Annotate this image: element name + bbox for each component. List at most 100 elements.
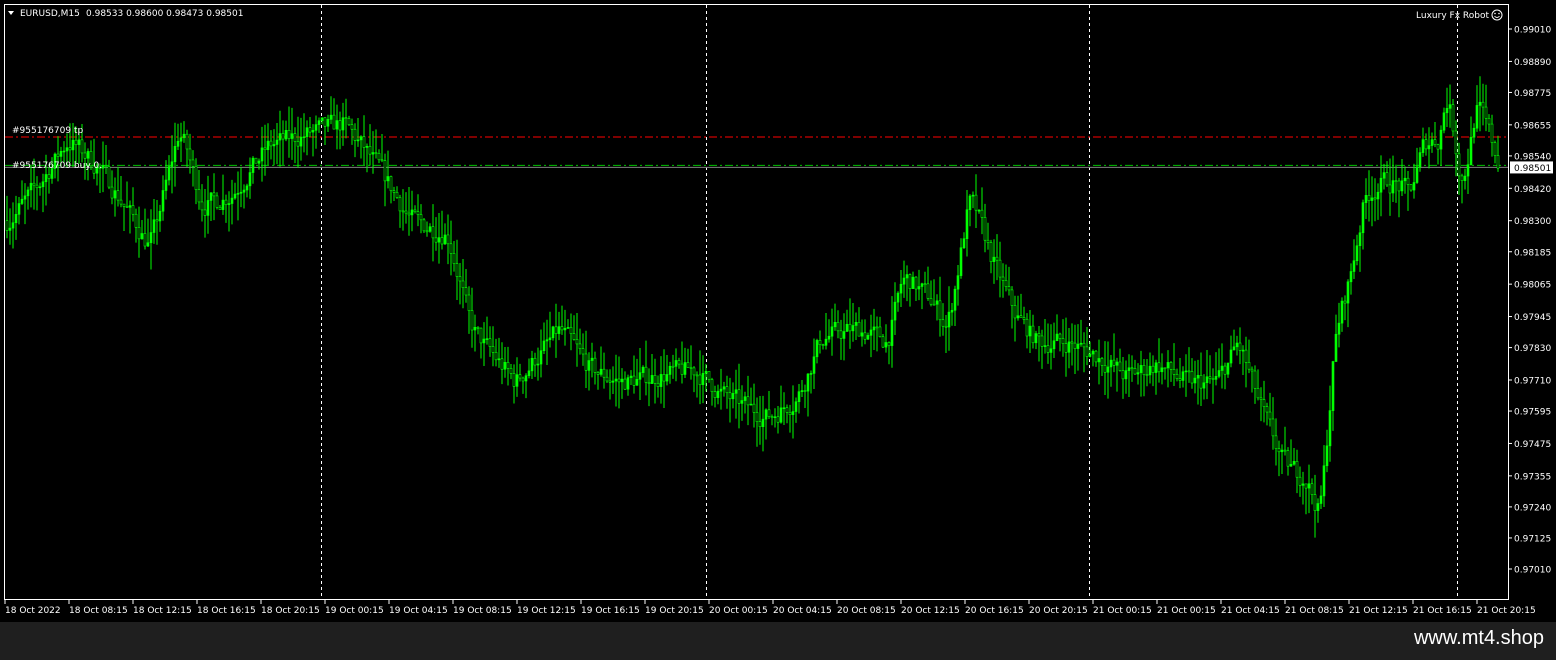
- candle-body: [857, 322, 861, 337]
- candle-body: [461, 280, 465, 288]
- candle-body: [1490, 123, 1494, 143]
- candle-body: [302, 136, 306, 139]
- candle-body: [1331, 361, 1335, 411]
- candle-body: [959, 247, 963, 276]
- candle-body: [962, 238, 966, 249]
- candle-body: [1205, 376, 1209, 384]
- candle-body: [83, 152, 87, 159]
- candle-body: [878, 326, 882, 338]
- candle-body: [1244, 349, 1248, 363]
- candle-body: [656, 382, 660, 387]
- candle-body: [710, 379, 714, 393]
- candlestick-chart[interactable]: 0.99010 0.98890 0.98775 0.98655 0.98540 0.984…: [0, 0, 1556, 622]
- candle-body: [521, 377, 525, 382]
- candle-body: [35, 184, 39, 189]
- candle-body: [443, 234, 447, 245]
- candle-body: [401, 210, 405, 213]
- candle-body: [1460, 175, 1464, 181]
- candle-body: [257, 160, 261, 164]
- candle-body: [623, 378, 627, 390]
- smiley-icon[interactable]: [1491, 9, 1503, 21]
- candle-body: [938, 300, 942, 321]
- candle-body: [977, 209, 981, 212]
- time-tick-label: 21 Oct 00:15: [1093, 606, 1152, 616]
- candle-body: [44, 174, 48, 183]
- candle-body: [158, 210, 162, 222]
- candle-body: [272, 144, 276, 147]
- candle-body: [488, 338, 492, 347]
- candle-body: [287, 130, 291, 139]
- candle-body: [68, 147, 72, 151]
- candle-body: [359, 136, 363, 141]
- candle-body: [1343, 300, 1347, 304]
- candle-body: [1157, 362, 1161, 373]
- time-tick-label: 20 Oct 04:15: [773, 606, 832, 616]
- candle-body: [1274, 435, 1278, 449]
- candle-body: [536, 363, 540, 366]
- price-tick-label: 0.98775: [1514, 89, 1551, 99]
- candle-body: [779, 407, 783, 423]
- candle-body: [332, 114, 336, 130]
- candle-body: [812, 356, 816, 374]
- candle-body: [455, 263, 459, 277]
- candle-body: [1124, 370, 1128, 380]
- candle-body: [860, 332, 864, 337]
- candle-body: [1391, 180, 1395, 194]
- candle-body: [56, 153, 60, 157]
- candle-body: [1304, 483, 1308, 489]
- candle-body: [1127, 367, 1131, 371]
- candle-body: [665, 374, 669, 382]
- candle-body: [803, 390, 807, 392]
- candle-body: [5, 220, 9, 231]
- candle-body: [1475, 105, 1479, 129]
- candle-body: [152, 219, 156, 233]
- candle-body: [509, 367, 513, 374]
- candle-body: [1016, 315, 1020, 319]
- candle-body: [185, 133, 189, 150]
- candle-body: [770, 416, 774, 418]
- time-tick-label: 20 Oct 16:15: [965, 606, 1024, 616]
- candle-body: [725, 386, 729, 394]
- candle-body: [764, 409, 768, 420]
- candle-body: [203, 209, 207, 216]
- candle-body: [1229, 349, 1233, 364]
- chart-menu-triangle-icon[interactable]: [8, 11, 14, 15]
- candle-body: [209, 192, 213, 201]
- candle-body: [1184, 370, 1188, 373]
- candle-body: [1496, 155, 1500, 169]
- candle-body: [1289, 463, 1293, 467]
- candle-body: [1307, 483, 1311, 489]
- candle-body: [1379, 177, 1383, 193]
- candle-body: [515, 374, 519, 387]
- candle-body: [968, 195, 972, 211]
- candle-body: [140, 233, 144, 240]
- candle-body: [1226, 362, 1230, 375]
- candle-body: [224, 199, 228, 205]
- price-tick-label: 0.98655: [1514, 121, 1551, 131]
- candle-body: [1151, 365, 1155, 373]
- candle-body: [890, 319, 894, 346]
- candle-body: [419, 214, 423, 221]
- candle-body: [653, 375, 657, 384]
- candle-body: [1433, 139, 1437, 145]
- candle-body: [905, 274, 909, 279]
- time-tick-label: 18 Oct 16:15: [197, 606, 256, 616]
- candle-body: [218, 206, 222, 210]
- candle-body: [1163, 367, 1167, 370]
- candle-body: [239, 191, 243, 194]
- candle-body: [473, 326, 477, 331]
- candle-body: [1439, 129, 1443, 150]
- candle-body: [1034, 333, 1038, 344]
- candle-body: [1400, 180, 1404, 192]
- candle-body: [482, 338, 486, 344]
- candle-body: [197, 189, 201, 203]
- candle-body: [734, 389, 738, 394]
- candle-body: [707, 371, 711, 380]
- candle-body: [1187, 370, 1191, 373]
- candle-body: [1376, 191, 1380, 200]
- chart-area[interactable]: 0.99010 0.98890 0.98775 0.98655 0.98540 0.984…: [0, 0, 1556, 622]
- candle-body: [560, 326, 564, 331]
- candle-body: [512, 373, 516, 387]
- candle-body: [479, 327, 483, 344]
- candle-body: [1079, 342, 1083, 345]
